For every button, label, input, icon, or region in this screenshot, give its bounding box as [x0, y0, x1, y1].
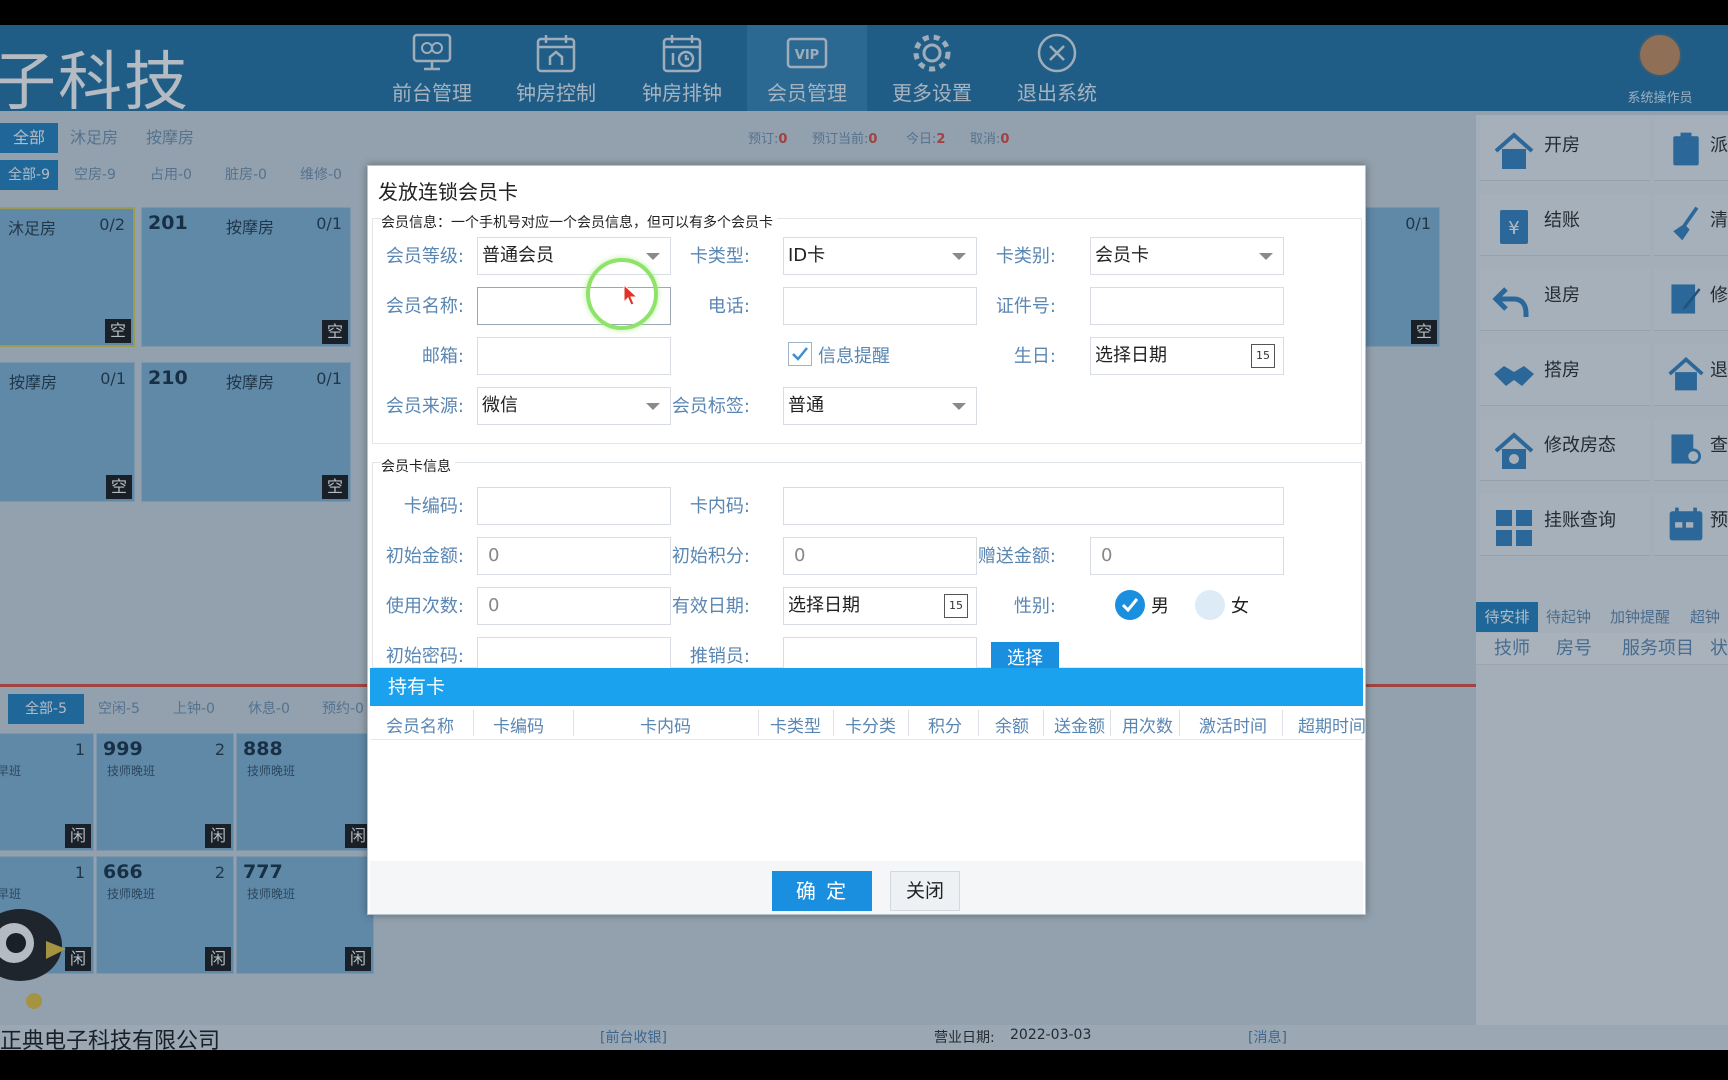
confirm-button[interactable]: 确 定	[772, 871, 872, 911]
col-activation-time: 激活时间	[1199, 717, 1267, 737]
column-separator	[1282, 710, 1283, 736]
uses-label: 使用次数:	[385, 596, 464, 617]
check-icon	[792, 347, 808, 361]
column-separator	[908, 710, 909, 736]
birthday-date-input[interactable]: 选择日期 15	[1090, 337, 1284, 375]
close-button[interactable]: 关闭	[890, 871, 960, 911]
col-card-number: 卡编码	[493, 717, 544, 737]
select-value: 会员卡	[1095, 245, 1149, 266]
remind-checkbox[interactable]	[788, 342, 812, 366]
member-tag-select[interactable]: 普通	[783, 387, 977, 425]
cursor-icon	[623, 284, 639, 306]
column-separator	[978, 710, 979, 736]
email-input[interactable]	[477, 337, 671, 375]
pwd-label: 初始密码:	[385, 646, 464, 667]
chevron-down-icon	[952, 403, 966, 410]
card-info-title: 会员卡信息	[381, 456, 455, 476]
seller-label: 推销员:	[689, 646, 750, 667]
date-placeholder: 选择日期	[1095, 345, 1167, 366]
select-value: 普通	[788, 395, 824, 416]
member-info-title: 会员信息：一个手机号对应一个会员信息，但可以有多个会员卡	[381, 212, 777, 232]
female-label: 女	[1231, 596, 1249, 617]
male-radio[interactable]	[1115, 590, 1145, 620]
innercode-label: 卡内码:	[689, 496, 750, 517]
cardtype-label: 卡类型:	[689, 246, 750, 267]
female-radio[interactable]	[1195, 590, 1225, 620]
card-category-select[interactable]: 会员卡	[1090, 237, 1284, 275]
source-label: 会员来源:	[385, 396, 464, 417]
column-separator	[1179, 710, 1180, 736]
dialog-footer: 确 定 关闭	[370, 861, 1363, 914]
col-balance: 余额	[995, 717, 1029, 737]
chevron-down-icon	[1259, 253, 1273, 260]
tag-label: 会员标签:	[671, 396, 750, 417]
level-label: 会员等级:	[385, 246, 464, 267]
column-separator	[573, 710, 574, 736]
held-cards-header: 持有卡	[370, 668, 1363, 706]
birthday-label: 生日:	[1013, 346, 1056, 367]
name-label: 会员名称:	[385, 296, 464, 317]
cardno-label: 卡编码:	[403, 496, 464, 517]
calendar-icon[interactable]: 15	[1251, 344, 1275, 368]
remind-label: 信息提醒	[818, 346, 890, 367]
date-placeholder: 选择日期	[788, 595, 860, 616]
column-separator	[758, 710, 759, 736]
gender-label: 性别:	[1013, 596, 1056, 617]
col-inner-code: 卡内码	[640, 717, 691, 737]
column-separator	[473, 710, 474, 736]
initpoints-label: 初始积分:	[671, 546, 750, 567]
col-gift-amount: 送金额	[1054, 717, 1105, 737]
id-label: 证件号:	[995, 296, 1056, 317]
column-separator	[833, 710, 834, 736]
check-icon	[1121, 598, 1139, 613]
select-value: 普通会员	[482, 245, 554, 266]
cursor-highlight	[586, 258, 658, 330]
valid-label: 有效日期:	[671, 596, 750, 617]
column-separator	[1043, 710, 1044, 736]
gift-label: 赠送金额:	[977, 546, 1056, 567]
col-points: 积分	[928, 717, 962, 737]
male-label: 男	[1151, 596, 1169, 617]
held-cards-table-header: 会员名称 卡编码 卡内码 卡类型 卡分类 积分 余额 送金额 用次数 激活时间 …	[370, 706, 1366, 740]
cardcat-label: 卡类别:	[995, 246, 1056, 267]
col-use-count: 用次数	[1122, 717, 1173, 737]
app-window: 子科技 前台管理 钟房控制 钟房排钟 VIP 会员管理 更多设置 退出系统 系统…	[0, 25, 1728, 1050]
column-separator	[1110, 710, 1111, 736]
dialog-title: 发放连锁会员卡	[378, 180, 518, 204]
id-number-input[interactable]	[1090, 287, 1284, 325]
initamount-label: 初始金额:	[385, 546, 464, 567]
select-value: ID卡	[788, 245, 826, 266]
col-expiry-time: 超期时间	[1298, 717, 1366, 737]
gift-amount-input[interactable]: 0	[1090, 537, 1284, 575]
select-value: 微信	[482, 395, 518, 416]
col-member-name: 会员名称	[386, 717, 454, 737]
col-card-type: 卡类型	[770, 717, 821, 737]
card-inner-code-input[interactable]	[783, 487, 1284, 525]
issue-chain-member-card-dialog: 发放连锁会员卡 会员信息：一个手机号对应一个会员信息，但可以有多个会员卡 会员等…	[367, 165, 1366, 915]
email-label: 邮箱:	[421, 346, 464, 367]
col-card-category: 卡分类	[845, 717, 896, 737]
